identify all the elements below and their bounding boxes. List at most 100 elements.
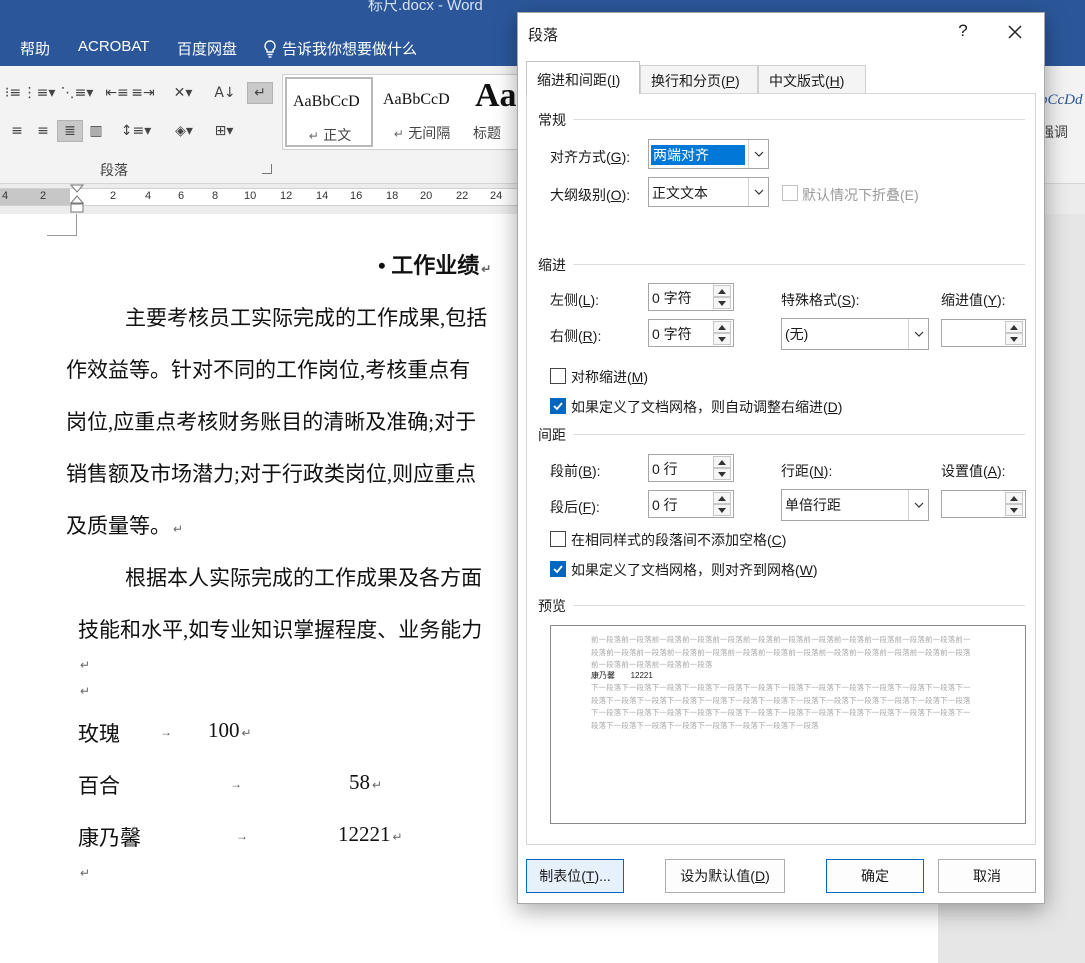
help-button[interactable]: ? bbox=[953, 21, 973, 41]
section-general-title: 常规 bbox=[538, 112, 566, 128]
alignment-select[interactable]: 两端对齐 bbox=[648, 139, 769, 169]
increase-indent-icon[interactable]: ≡⇥ bbox=[130, 82, 156, 104]
set-default-button[interactable]: 设为默认值(D) bbox=[665, 859, 785, 893]
indent-left-input[interactable]: 0 字符 bbox=[648, 283, 734, 311]
document-heading[interactable]: • 工作业绩 ↵ bbox=[378, 248, 491, 280]
document-line[interactable]: 主要考核员工实际完成的工作成果,包括 bbox=[125, 302, 487, 332]
table-value[interactable]: 58 ↵ bbox=[349, 770, 382, 795]
numbering-icon[interactable]: ⋮≡▾ bbox=[22, 82, 56, 104]
section-indent-title: 缩进 bbox=[538, 257, 566, 273]
auto-adjust-indent-checkbox[interactable] bbox=[550, 398, 566, 414]
cancel-button[interactable]: 取消 bbox=[938, 859, 1036, 893]
outline-level-select[interactable]: 正文文本 bbox=[648, 177, 769, 207]
indent-right-label: 右侧(R): bbox=[550, 328, 602, 344]
document-line[interactable]: 及质量等。 ↵ bbox=[66, 510, 183, 540]
spin-down-icon[interactable] bbox=[1005, 333, 1023, 345]
menu-help[interactable]: 帮助 bbox=[20, 38, 50, 59]
section-preview-title: 预览 bbox=[538, 598, 566, 614]
tab-indents-spacing[interactable]: 缩进和间距(I) bbox=[526, 61, 640, 94]
ruler-label: 4 bbox=[2, 190, 9, 202]
style-no-spacing[interactable]: AaBbCcD ↵ 无间隔 bbox=[377, 77, 465, 147]
spin-up-icon[interactable] bbox=[1005, 321, 1023, 333]
spin-up-icon[interactable] bbox=[713, 456, 731, 468]
spin-down-icon[interactable] bbox=[713, 468, 731, 480]
indent-marker-icon[interactable] bbox=[70, 184, 84, 214]
section-spacing-title: 间距 bbox=[538, 427, 566, 443]
divider bbox=[573, 434, 1025, 435]
decrease-indent-icon[interactable]: ⇤≡ bbox=[104, 82, 130, 104]
indent-right-input[interactable]: 0 字符 bbox=[648, 319, 734, 347]
indent-by-input[interactable] bbox=[941, 319, 1026, 347]
style-heading[interactable]: Aa 标题 bbox=[469, 77, 521, 147]
spin-down-icon[interactable] bbox=[1005, 504, 1023, 516]
document-line[interactable]: 销售额及市场潜力;对于行政类岗位,则应重点 bbox=[66, 458, 476, 488]
table-row[interactable]: 玫瑰 bbox=[78, 718, 120, 748]
justify-icon[interactable]: ≣ bbox=[57, 120, 83, 142]
style-no-spacing-sample: AaBbCcD bbox=[383, 91, 450, 108]
close-button[interactable] bbox=[1002, 19, 1028, 45]
table-value[interactable]: 12221 ↵ bbox=[338, 822, 403, 847]
tab-line-page-breaks[interactable]: 换行和分页(P) bbox=[640, 65, 758, 93]
paragraph-dialog-launcher[interactable] bbox=[262, 164, 272, 174]
spacing-before-input[interactable]: 0 行 bbox=[648, 454, 734, 482]
menu-baidu-netdisk[interactable]: 百度网盘 bbox=[177, 38, 237, 59]
ruler-label: 2 bbox=[110, 190, 117, 202]
window-title: 标尺.docx - Word bbox=[368, 0, 483, 14]
line-spacing-select[interactable]: 单倍行距 bbox=[781, 489, 929, 521]
line-spacing-icon[interactable]: ↕≡▾ bbox=[118, 120, 154, 142]
table-row[interactable]: 百合 bbox=[78, 770, 120, 800]
alignment-value: 两端对齐 bbox=[651, 145, 745, 165]
style-heading-name: 标题 bbox=[473, 126, 501, 142]
spin-up-icon[interactable] bbox=[713, 285, 731, 297]
document-line[interactable]: 根据本人实际完成的工作成果及各方面 bbox=[125, 562, 482, 592]
spin-up-icon[interactable] bbox=[713, 492, 731, 504]
mirror-indents-checkbox[interactable] bbox=[550, 368, 566, 384]
style-normal-name: ↵ 正文 bbox=[308, 128, 352, 144]
distributed-icon[interactable]: ▥ bbox=[83, 120, 109, 142]
document-line[interactable]: 作效益等。针对不同的工作岗位,考核重点有 bbox=[66, 354, 470, 384]
indent-left-value: 0 字符 bbox=[652, 290, 692, 306]
collapse-checkbox[interactable] bbox=[782, 185, 798, 201]
preview-box: 前一段落前一段落前一段落前一段落前一段落前一段落前一段落前一段落前一段落前一段落… bbox=[550, 625, 1026, 824]
divider bbox=[573, 605, 1025, 606]
menu-acrobat[interactable]: ACROBAT bbox=[78, 38, 149, 55]
tab-asian-typography[interactable]: 中文版式(H) bbox=[758, 65, 866, 93]
no-space-same-style-checkbox[interactable] bbox=[550, 531, 566, 547]
document-line[interactable]: 岗位,应重点考核财务账目的清晰及准确;对于 bbox=[66, 406, 476, 436]
chinese-layout-icon[interactable]: ✕▾ bbox=[166, 82, 200, 104]
ruler-label: 16 bbox=[350, 190, 363, 202]
empty-paragraph-mark: ↵ bbox=[80, 866, 91, 880]
table-value[interactable]: 100 ↵ bbox=[208, 718, 252, 743]
spacing-before-value: 0 行 bbox=[652, 461, 678, 477]
tabs-button[interactable]: 制表位(T)... bbox=[526, 859, 624, 893]
shading-icon[interactable]: ◈▾ bbox=[166, 120, 202, 142]
paragraph-dialog: 段落 ? 缩进和间距(I) 换行和分页(P) 中文版式(H) 常规 对齐方式(G… bbox=[517, 12, 1045, 904]
no-space-same-style-label: 在相同样式的段落间不添加空格(C) bbox=[571, 532, 787, 548]
spin-up-icon[interactable] bbox=[713, 321, 731, 333]
table-row[interactable]: 康乃馨 bbox=[78, 822, 141, 852]
document-line[interactable]: 技能和水平,如专业知识掌握程度、业务能力 bbox=[78, 614, 482, 644]
align-right-icon[interactable]: ≡ bbox=[30, 120, 56, 142]
spin-down-icon[interactable] bbox=[713, 297, 731, 309]
show-marks-icon[interactable]: ↵ bbox=[247, 82, 273, 104]
tell-me-search[interactable]: 告诉我你想要做什么 bbox=[262, 38, 417, 59]
spin-down-icon[interactable] bbox=[713, 333, 731, 345]
multilevel-list-icon[interactable]: ⋱≡▾ bbox=[60, 82, 94, 104]
ruler-label: 6 bbox=[178, 190, 185, 202]
align-center-icon[interactable]: ≡ bbox=[4, 120, 30, 142]
snap-to-grid-checkbox[interactable] bbox=[550, 561, 566, 577]
style-emphasis-sample[interactable]: bCcDd bbox=[1040, 92, 1083, 109]
ok-button[interactable]: 确定 bbox=[826, 859, 924, 893]
spacing-after-input[interactable]: 0 行 bbox=[648, 490, 734, 518]
spin-up-icon[interactable] bbox=[1005, 492, 1023, 504]
preview-previous-paragraph: 前一段落前一段落前一段落前一段落前一段落前一段落前一段落前一段落前一段落前一段落… bbox=[591, 635, 971, 669]
style-normal[interactable]: AaBbCcD ↵ 正文 bbox=[285, 77, 373, 147]
borders-icon[interactable]: ⊞▾ bbox=[206, 120, 242, 142]
sort-icon[interactable]: A↓ bbox=[212, 82, 238, 104]
empty-paragraph-mark: ↵ bbox=[80, 684, 91, 698]
spin-down-icon[interactable] bbox=[713, 504, 731, 516]
special-indent-select[interactable]: (无) bbox=[781, 318, 929, 350]
spacing-at-input[interactable] bbox=[941, 490, 1026, 518]
tab-panel: 常规 对齐方式(G): 两端对齐 大纲级别(O): 正文文本 默认情况下折叠(E… bbox=[526, 93, 1036, 845]
ruler-label: 18 bbox=[386, 190, 399, 202]
